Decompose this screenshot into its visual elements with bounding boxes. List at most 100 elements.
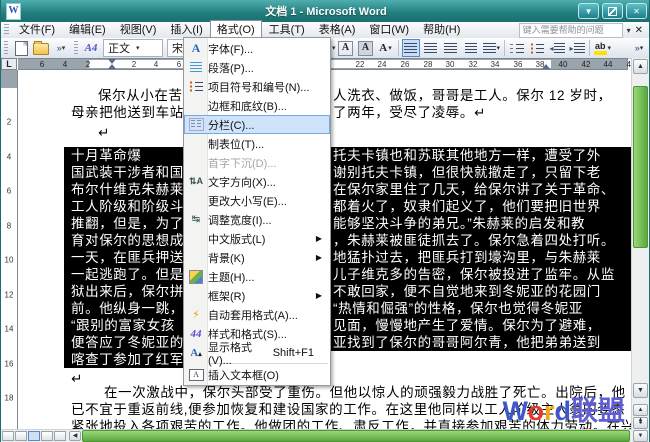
- menu-item-columns[interactable]: 分栏(C)...: [184, 115, 330, 134]
- menu-item-change-case[interactable]: 更改大小写(E)...: [184, 191, 330, 210]
- menubar-item-help[interactable]: 帮助(H): [416, 20, 467, 40]
- next-page-button[interactable]: ▼▼: [633, 430, 648, 442]
- scroll-up-button[interactable]: ▲: [633, 59, 648, 74]
- overflow-chevron-icon: »: [57, 43, 61, 53]
- tab-selector[interactable]: L: [1, 58, 17, 70]
- ruler-number: 6: [1, 187, 17, 196]
- select-browse-object-button[interactable]: ●: [633, 417, 648, 429]
- vertical-scrollbar[interactable]: ▲ ▼ ▲▲ ● ▼▼: [631, 58, 649, 442]
- document-close-icon[interactable]: ✕: [635, 25, 643, 36]
- ruler-number: 22: [356, 60, 365, 70]
- watermark-letter: r: [544, 396, 555, 426]
- menubar-grip: [4, 24, 9, 36]
- print-layout-view-button[interactable]: [28, 431, 40, 441]
- chevron-down-icon: ▾: [136, 44, 140, 52]
- menu-item-label: 字体(F)...: [208, 41, 253, 57]
- menu-item-frames[interactable]: 框架(R)▶: [184, 286, 330, 305]
- help-question-input[interactable]: 键入需要帮助的问题: [519, 23, 623, 38]
- restore-button[interactable]: [602, 3, 623, 19]
- menu-item-reveal-formatting[interactable]: A显示格式(V)...Shift+F1: [184, 343, 330, 362]
- menu-item-font[interactable]: A字体(F)...: [184, 39, 330, 58]
- reading-view-button[interactable]: [54, 431, 66, 441]
- web-layout-view-button[interactable]: [15, 431, 27, 441]
- ruler-number: 10: [1, 256, 17, 265]
- menubar-item-window[interactable]: 窗口(W): [362, 20, 416, 40]
- increase-indent-icon: [570, 43, 585, 54]
- numbering-button[interactable]: [508, 39, 526, 57]
- document-text: ↵: [98, 125, 110, 141]
- open-button[interactable]: [32, 39, 50, 57]
- minimize-button[interactable]: ▼: [578, 3, 599, 19]
- align-right-button[interactable]: [442, 39, 460, 57]
- menu-item-autoformat[interactable]: ⚡自动套用格式(A)...: [184, 305, 330, 324]
- vertical-scroll-thumb[interactable]: [633, 86, 648, 248]
- font-size-dropdown-icon[interactable]: ▾: [332, 44, 336, 52]
- ruler-number: 18: [1, 394, 17, 403]
- previous-page-button[interactable]: ▲▲: [633, 404, 648, 416]
- menu-item-text-direction[interactable]: ⇅A文字方向(X)...: [184, 172, 330, 191]
- align-left-button[interactable]: [402, 39, 420, 57]
- align-left-icon: [404, 43, 417, 54]
- ruler-number: 42: [582, 60, 591, 70]
- menu-item-drop-cap[interactable]: 首字下沉(D)...: [184, 153, 330, 172]
- autoformat-icon: ⚡: [192, 308, 200, 321]
- menubar-item-file[interactable]: 文件(F): [12, 20, 62, 40]
- watermark-letter: 联盟: [571, 396, 625, 426]
- toolbar-overflow-button[interactable]: »▾: [52, 39, 70, 57]
- menu-item-tabs[interactable]: 制表位(T)...: [184, 134, 330, 153]
- ruler-number: 4: [154, 60, 158, 70]
- bullets-button[interactable]: [528, 39, 546, 57]
- highlight-button[interactable]: ab▾: [593, 39, 612, 57]
- close-button[interactable]: ✕: [626, 3, 647, 19]
- menubar-item-view[interactable]: 视图(V): [113, 20, 164, 40]
- menu-item-borders-shading[interactable]: 边框和底纹(B)...: [184, 96, 330, 115]
- menu-item-label: 中文版式(L): [208, 231, 265, 247]
- document-text-selected: 儿子维克多的告密，保尔被投进了监牢。从监: [333, 267, 615, 283]
- increase-indent-button[interactable]: [568, 39, 586, 57]
- style-combo[interactable]: 正文 ▾: [103, 39, 163, 57]
- menu-item-label: 显示格式(V)...: [208, 339, 273, 367]
- new-document-button[interactable]: [12, 39, 30, 57]
- document-text-selected: 地猛扑过去，把匪兵打到壕沟里，与朱赫莱: [333, 250, 601, 266]
- menu-item-background[interactable]: 背景(K)▶: [184, 248, 330, 267]
- character-border-button[interactable]: A: [337, 39, 355, 57]
- window-title: 文档 1 - Microsoft Word: [1, 3, 650, 19]
- document-text-selected: 一起逃跑了。但是: [71, 267, 184, 283]
- menu-item-theme[interactable]: 主题(H)...: [184, 267, 330, 286]
- ruler-margin-area: [1, 70, 17, 88]
- menu-item-asian-layout[interactable]: 中文版式(L) ▶: [184, 229, 330, 248]
- ruler-number: 24: [378, 60, 387, 70]
- menu-item-bullets-numbering[interactable]: 项目符号和编号(N)...: [184, 77, 330, 96]
- character-shading-button[interactable]: A: [357, 39, 375, 57]
- distribute-button[interactable]: [462, 39, 480, 57]
- styles-pane-button[interactable]: A4: [82, 39, 100, 57]
- align-center-button[interactable]: [422, 39, 440, 57]
- ruler-number: 2: [1, 118, 17, 127]
- submenu-arrow-icon: ▶: [316, 234, 326, 243]
- document-text-selected: 便答应了冬妮亚的: [71, 335, 184, 351]
- menu-item-adjust-width[interactable]: ↹调整宽度(I)...: [184, 210, 330, 229]
- ruler-number: 44: [604, 60, 613, 70]
- menu-item-label: 更改大小写(E)...: [208, 193, 287, 209]
- horizontal-scrollbar[interactable]: ◀: [1, 429, 632, 442]
- menubar-item-edit[interactable]: 编辑(E): [62, 20, 113, 40]
- toolbar-overflow-button-right[interactable]: »▾: [630, 39, 648, 57]
- document-text-selected: 前。他纵身一跳，: [71, 301, 184, 317]
- toolbar-separator: [398, 40, 399, 56]
- horizontal-scroll-thumb[interactable]: [82, 430, 630, 442]
- line-spacing-button[interactable]: ▾: [482, 39, 502, 57]
- submenu-arrow-icon: ▶: [316, 291, 326, 300]
- scroll-down-button[interactable]: ▼: [633, 383, 648, 398]
- menu-item-paragraph[interactable]: 段落(P)...: [184, 58, 330, 77]
- right-indent-marker[interactable]: [542, 60, 550, 69]
- scroll-left-button[interactable]: ◀: [69, 431, 81, 441]
- document-text-selected: 国武装干涉者和国: [71, 165, 184, 181]
- help-dropdown-icon[interactable]: ▾: [627, 26, 631, 35]
- character-scaling-button[interactable]: A▾: [377, 39, 395, 57]
- normal-view-button[interactable]: [2, 431, 14, 441]
- open-icon: [33, 43, 49, 55]
- decrease-indent-button[interactable]: [548, 39, 566, 57]
- hanging-indent-marker[interactable]: [108, 60, 116, 69]
- outline-view-button[interactable]: [41, 431, 53, 441]
- menu-item-insert-textbox[interactable]: A插入文本框(O): [184, 365, 330, 384]
